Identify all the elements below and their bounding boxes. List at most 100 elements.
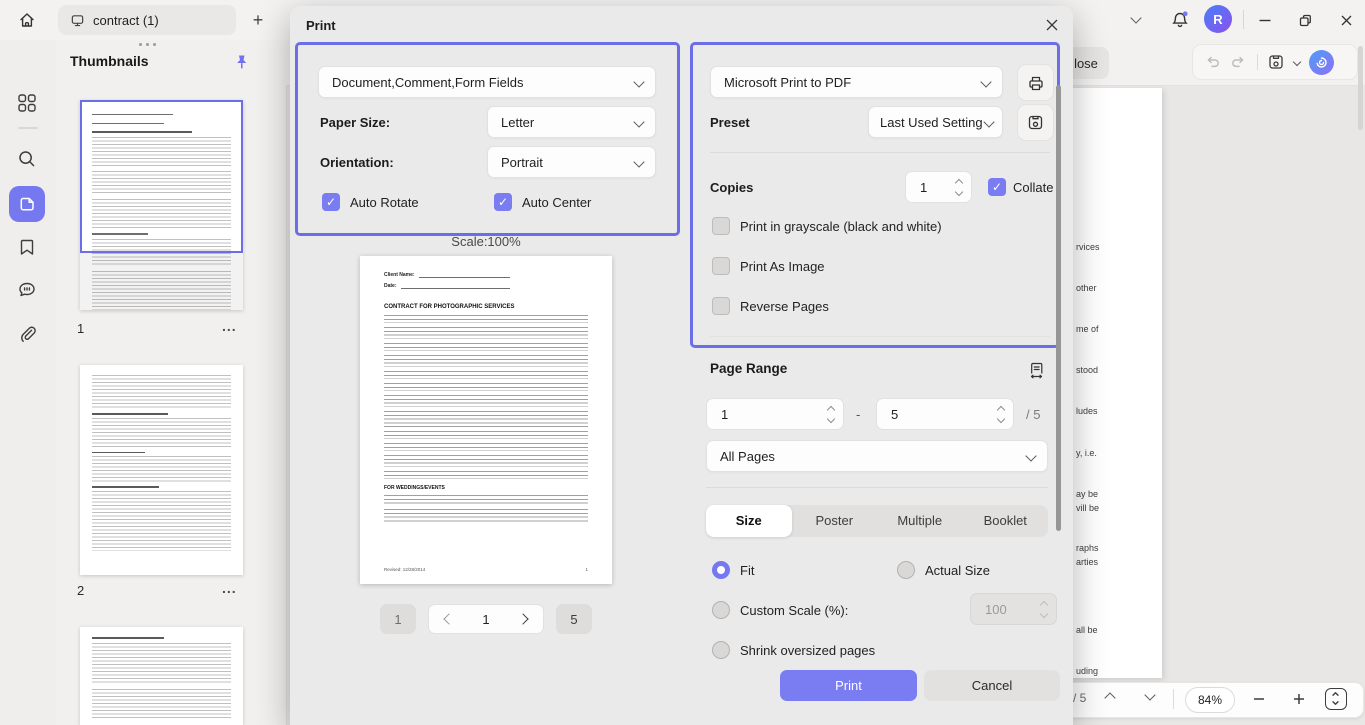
save-preset-button[interactable] bbox=[1017, 104, 1054, 141]
copies-spinner[interactable]: 1 bbox=[905, 171, 972, 203]
auto-center-checkbox[interactable]: Auto Center bbox=[494, 193, 591, 211]
tab-contract[interactable]: contract (1) bbox=[58, 5, 236, 35]
print-as-image-checkbox[interactable]: Print As Image bbox=[712, 257, 825, 275]
auto-center-label: Auto Center bbox=[522, 194, 592, 210]
chevron-right-icon[interactable] bbox=[517, 613, 529, 625]
checkbox-checked-icon[interactable] bbox=[494, 193, 512, 211]
pager-current-page: 1 bbox=[482, 611, 490, 627]
page-range-icon bbox=[1030, 362, 1042, 378]
canvas-scrollbar[interactable] bbox=[1358, 46, 1363, 130]
tab-booklet[interactable]: Booklet bbox=[963, 505, 1049, 537]
shrink-oversized-radio[interactable]: Shrink oversized pages bbox=[712, 641, 875, 659]
thumbnails-panel-button[interactable] bbox=[9, 186, 45, 222]
print-content-select[interactable]: Document,Comment,Form Fields bbox=[318, 66, 656, 98]
checkbox-unchecked-icon[interactable] bbox=[712, 257, 730, 275]
thumbnail-1-menu[interactable]: ... bbox=[222, 318, 237, 334]
radio-selected-icon[interactable] bbox=[712, 561, 730, 579]
spinner-carets[interactable] bbox=[954, 178, 964, 196]
page1-viewport-indicator bbox=[80, 100, 243, 253]
pager-current-control: 1 bbox=[428, 604, 544, 634]
doc-text-fragment: other bbox=[1076, 283, 1097, 293]
save-icon[interactable] bbox=[1267, 53, 1285, 71]
cancel-button-label: Cancel bbox=[971, 678, 1013, 693]
comments-button[interactable] bbox=[16, 279, 38, 301]
fit-radio[interactable]: Fit bbox=[712, 561, 754, 579]
save-options-chevron-icon[interactable] bbox=[1292, 57, 1302, 67]
actual-size-radio[interactable]: Actual Size bbox=[897, 561, 990, 579]
add-tab-button[interactable] bbox=[246, 8, 270, 32]
ai-assistant-button[interactable] bbox=[1309, 49, 1334, 75]
cancel-button[interactable]: Cancel bbox=[924, 670, 1060, 701]
printer-select[interactable]: Microsoft Print to PDF bbox=[710, 66, 1003, 98]
page1-offscreen-shade bbox=[80, 253, 243, 310]
apps-grid-button[interactable] bbox=[16, 92, 38, 114]
next-page-button[interactable] bbox=[1144, 689, 1156, 701]
print-preview-page: Client Name: Date: CONTRACT FOR PHOTOGRA… bbox=[360, 256, 612, 584]
attachments-button[interactable] bbox=[16, 323, 38, 345]
collate-checkbox[interactable]: Collate bbox=[988, 178, 1053, 196]
printer-properties-button[interactable] bbox=[1017, 64, 1054, 101]
thumbnail-2-number: 2 bbox=[77, 583, 85, 598]
avatar-initial: R bbox=[1213, 11, 1223, 27]
section-divider bbox=[710, 152, 1050, 153]
thumbnail-page-3[interactable] bbox=[80, 627, 243, 725]
auto-rotate-checkbox[interactable]: Auto Rotate bbox=[322, 193, 419, 211]
chevron-down-icon bbox=[1025, 450, 1037, 462]
zoom-out-button[interactable] bbox=[1252, 689, 1266, 709]
titlebar-chevron-button[interactable] bbox=[1130, 12, 1142, 24]
pager-first-page-button[interactable]: 1 bbox=[380, 604, 416, 634]
panel-drag-handle[interactable] bbox=[139, 43, 156, 46]
dialog-scrollbar[interactable] bbox=[1056, 85, 1061, 531]
range-from-spinner[interactable]: 1 bbox=[706, 398, 844, 430]
doc-text-fragment: arties bbox=[1076, 557, 1099, 567]
spinner-carets[interactable] bbox=[826, 405, 836, 423]
undo-icon[interactable] bbox=[1203, 53, 1221, 71]
orientation-select[interactable]: Portrait bbox=[487, 146, 656, 178]
thumbnail-2-menu[interactable]: ... bbox=[222, 580, 237, 596]
page-range-options-button[interactable] bbox=[1024, 358, 1048, 382]
thumbnail-page-2[interactable] bbox=[80, 365, 243, 575]
chevron-left-icon[interactable] bbox=[443, 613, 455, 625]
preset-select[interactable]: Last Used Setting bbox=[868, 106, 1003, 138]
minimize-button[interactable] bbox=[1253, 9, 1277, 31]
zoom-level-field[interactable]: 84% bbox=[1185, 687, 1235, 713]
close-window-button[interactable] bbox=[1334, 9, 1358, 31]
sizing-tabs: Size Poster Multiple Booklet bbox=[706, 505, 1048, 537]
search-button[interactable] bbox=[16, 148, 38, 170]
paper-size-select[interactable]: Letter bbox=[487, 106, 656, 138]
tab-size[interactable]: Size bbox=[706, 505, 792, 537]
dialog-close-button[interactable] bbox=[1040, 13, 1064, 37]
tab-multiple[interactable]: Multiple bbox=[877, 505, 963, 537]
notifications-button[interactable] bbox=[1168, 8, 1192, 32]
radio-unselected-icon[interactable] bbox=[712, 641, 730, 659]
spinner-carets[interactable] bbox=[996, 405, 1006, 423]
avatar[interactable]: R bbox=[1204, 5, 1232, 33]
grayscale-checkbox[interactable]: Print in grayscale (black and white) bbox=[712, 217, 942, 235]
checkbox-checked-icon[interactable] bbox=[322, 193, 340, 211]
pager-last-page-button[interactable]: 5 bbox=[556, 604, 592, 634]
radio-unselected-icon[interactable] bbox=[897, 561, 915, 579]
reverse-pages-checkbox[interactable]: Reverse Pages bbox=[712, 297, 829, 315]
restore-button[interactable] bbox=[1293, 9, 1317, 31]
thumbnail-page-1[interactable] bbox=[80, 100, 243, 310]
checkbox-checked-icon[interactable] bbox=[988, 178, 1006, 196]
all-pages-select[interactable]: All Pages bbox=[706, 440, 1048, 472]
checkbox-unchecked-icon[interactable] bbox=[712, 217, 730, 235]
print-button[interactable]: Print bbox=[780, 670, 917, 701]
doc-text-fragment: uding bbox=[1076, 666, 1099, 676]
minus-icon bbox=[1254, 698, 1264, 700]
checkbox-unchecked-icon[interactable] bbox=[712, 297, 730, 315]
chevron-down-icon bbox=[633, 76, 645, 88]
custom-scale-radio[interactable]: Custom Scale (%): bbox=[712, 601, 848, 619]
thumbnail-1-number: 1 bbox=[77, 321, 85, 336]
fit-page-button[interactable] bbox=[1325, 688, 1347, 710]
zoom-in-button[interactable] bbox=[1292, 689, 1306, 709]
home-button[interactable] bbox=[16, 9, 38, 31]
range-to-spinner[interactable]: 5 bbox=[876, 398, 1014, 430]
redo-icon[interactable] bbox=[1230, 53, 1248, 71]
bookmarks-button[interactable] bbox=[16, 236, 38, 258]
tab-poster[interactable]: Poster bbox=[792, 505, 878, 537]
radio-unselected-icon[interactable] bbox=[712, 601, 730, 619]
previous-page-button[interactable] bbox=[1104, 692, 1116, 704]
pin-panel-button[interactable] bbox=[230, 51, 252, 73]
